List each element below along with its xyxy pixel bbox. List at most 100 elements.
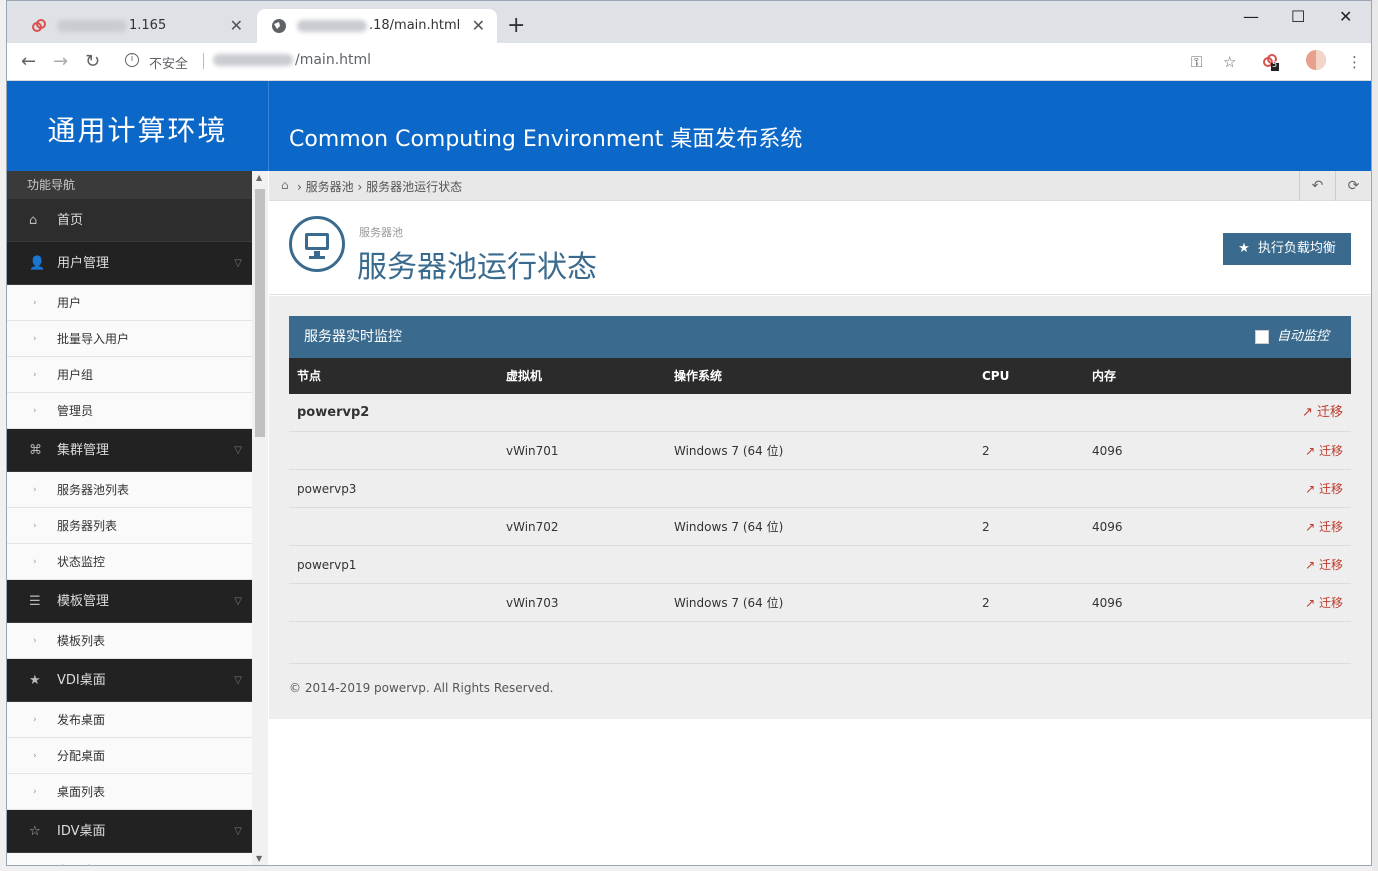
bookmark-star-icon[interactable]: ☆ <box>1223 53 1236 71</box>
column-header-memory: 内存 <box>1092 369 1117 383</box>
scroll-down-icon[interactable]: ▼ <box>256 854 262 863</box>
reload-icon[interactable]: ↻ <box>85 51 100 72</box>
breadcrumb-item[interactable]: 服务器池 <box>306 180 354 194</box>
external-link-icon: ↗ <box>1305 596 1316 610</box>
tab-title: .18/main.html <box>369 18 461 33</box>
close-tab-icon[interactable]: ✕ <box>230 16 243 35</box>
star-outline-icon: ☆ <box>29 824 41 839</box>
cell-vm: vWin701 <box>506 444 559 458</box>
divider <box>289 663 1351 664</box>
browser-tab-active[interactable]: .18/main.html ✕ <box>257 9 497 43</box>
sidebar-item[interactable]: › 桌面列表 <box>7 774 252 810</box>
info-icon[interactable]: i <box>125 53 139 67</box>
auto-monitor-checkbox[interactable] <box>1254 329 1269 344</box>
sidebar-item[interactable]: › 分配桌面 <box>7 738 252 774</box>
sidebar-item[interactable]: › 服务器池列表 <box>7 472 252 508</box>
migrate-link[interactable]: ↗ 迁移 <box>1305 470 1343 508</box>
sidebar-item[interactable]: › 模板列表 <box>7 623 252 659</box>
page-subtitle: 服务器池 <box>359 226 403 239</box>
browser-tab-inactive[interactable]: 1.165 ✕ <box>17 9 255 43</box>
table-body: powervp2 ↗ 迁移 vWin701 Windows 7 (64 位) 2 4096… <box>289 394 1351 622</box>
table-row: vWin702 Windows 7 (64 位) 2 4096 ↗ 迁移 <box>289 508 1351 546</box>
sidebar-header: 功能导航 <box>7 171 252 199</box>
home-icon[interactable]: ⌂ <box>281 178 289 192</box>
app-logo-icon <box>31 18 47 34</box>
extension-badge: 5 <box>1272 60 1278 69</box>
star-icon: ★ <box>1238 241 1250 256</box>
key-icon[interactable]: ⚿ <box>1191 53 1202 71</box>
chevron-right-icon: › <box>33 406 37 416</box>
chevron-right-icon: › <box>33 557 37 567</box>
cell-memory: 4096 <box>1092 520 1123 534</box>
list-icon: ☰ <box>29 594 41 609</box>
close-window-button[interactable]: ✕ <box>1339 7 1352 26</box>
new-tab-button[interactable]: + <box>507 13 525 38</box>
sidebar: 功能导航 ⌂ 首页 👤 用户管理 ▽ › 用户 › 批量导入用户 › 用户组 › 管理员 ⌘ 集群管理 ▽… <box>7 171 252 865</box>
chevron-right-icon: › <box>33 751 37 761</box>
chevron-down-icon: ▽ <box>234 675 242 686</box>
forward-icon[interactable]: → <box>53 51 68 72</box>
globe-icon <box>271 18 287 34</box>
external-link-icon: ↗ <box>1305 444 1316 458</box>
sidebar-item[interactable]: ›桌面池 <box>7 853 252 865</box>
sidebar-group[interactable]: ⌘ 集群管理 ▽ <box>7 429 252 472</box>
back-reply-icon[interactable]: ↶ <box>1299 171 1335 201</box>
cell-os: Windows 7 (64 位) <box>674 596 784 610</box>
chevron-down-icon: ▽ <box>234 258 242 269</box>
system-name: 通用计算环境 <box>7 81 269 171</box>
load-balance-button[interactable]: ★ 执行负载均衡 <box>1223 233 1351 265</box>
app-header: 通用计算环境 Common Computing Environment 桌面发布… <box>7 81 1371 171</box>
profile-avatar[interactable] <box>1305 49 1327 75</box>
migrate-link[interactable]: ↗ 迁移 <box>1305 508 1343 546</box>
chevron-right-icon: › <box>33 521 37 531</box>
cell-cpu: 2 <box>982 520 990 534</box>
migrate-link[interactable]: ↗ 迁移 <box>1305 432 1343 470</box>
main-content: ⌂ › 服务器池 › 服务器池运行状态 ↶ ⟳ 服务器池 服务器池运行状态 ★ 执… <box>269 171 1371 865</box>
menu-dots-icon[interactable]: ⋮ <box>1347 53 1362 71</box>
sidebar-item[interactable]: › 用户组 <box>7 357 252 393</box>
migrate-link[interactable]: ↗ 迁移 <box>1305 546 1343 584</box>
sidebar-group[interactable]: ☆ IDV桌面 ▽ <box>7 810 252 853</box>
migrate-link[interactable]: ↗ 迁移 <box>1302 394 1343 432</box>
cell-node: powervp2 <box>297 405 370 420</box>
cell-memory: 4096 <box>1092 596 1123 610</box>
page-header: 服务器池 服务器池运行状态 ★ 执行负载均衡 <box>269 202 1371 295</box>
cell-cpu: 2 <box>982 596 990 610</box>
refresh-icon[interactable]: ⟳ <box>1335 171 1371 201</box>
browser-toolbar: ← → ↻ i 不安全 /main.html ⚿ ☆ 5 ⋮ <box>7 43 1371 81</box>
sidebar-item[interactable]: › 状态监控 <box>7 544 252 580</box>
scroll-up-icon[interactable]: ▲ <box>256 173 262 182</box>
cell-os: Windows 7 (64 位) <box>674 520 784 534</box>
table-row: powervp1 ↗ 迁移 <box>289 546 1351 584</box>
sidebar-item[interactable]: › 批量导入用户 <box>7 321 252 357</box>
sidebar-group[interactable]: ☰ 模板管理 ▽ <box>7 580 252 623</box>
content-area: 服务器实时监控 自动监控 节点 虚拟机 操作系统 CPU 内存 powervp2… <box>269 296 1371 719</box>
cell-vm: vWin703 <box>506 596 559 610</box>
cell-os: Windows 7 (64 位) <box>674 444 784 458</box>
chevron-right-icon: › <box>33 298 37 308</box>
sidebar-scrollbar[interactable]: ▲ ▼ <box>252 171 268 865</box>
chevron-right-icon: › <box>33 853 37 865</box>
cell-vm: vWin702 <box>506 520 559 534</box>
chevron-down-icon: ▽ <box>234 826 242 837</box>
sidebar-group[interactable]: 👤 用户管理 ▽ <box>7 242 252 285</box>
scrollbar-thumb[interactable] <box>255 189 265 437</box>
address-bar[interactable]: i 不安全 /main.html <box>119 49 1249 75</box>
back-icon[interactable]: ← <box>21 51 36 72</box>
close-tab-icon[interactable]: ✕ <box>472 16 485 35</box>
migrate-link[interactable]: ↗ 迁移 <box>1305 584 1343 622</box>
cell-memory: 4096 <box>1092 444 1123 458</box>
monitor-panel: 服务器实时监控 自动监控 节点 虚拟机 操作系统 CPU 内存 powervp2… <box>289 316 1351 622</box>
chevron-right-icon: › <box>33 370 37 380</box>
auto-monitor-toggle[interactable]: 自动监控 <box>1254 316 1329 358</box>
maximize-button[interactable]: ☐ <box>1291 7 1305 26</box>
sidebar-item[interactable]: › 管理员 <box>7 393 252 429</box>
minimize-button[interactable]: — <box>1243 7 1259 26</box>
footer-copyright: © 2014-2019 powervp. All Rights Reserved… <box>289 681 554 695</box>
sidebar-item[interactable]: › 发布桌面 <box>7 702 252 738</box>
sidebar-item[interactable]: › 用户 <box>7 285 252 321</box>
extension-icon[interactable]: 5 <box>1261 53 1279 75</box>
sidebar-item-home[interactable]: ⌂ 首页 <box>7 199 252 242</box>
sidebar-item[interactable]: › 服务器列表 <box>7 508 252 544</box>
sidebar-group[interactable]: ★ VDI桌面 ▽ <box>7 659 252 702</box>
